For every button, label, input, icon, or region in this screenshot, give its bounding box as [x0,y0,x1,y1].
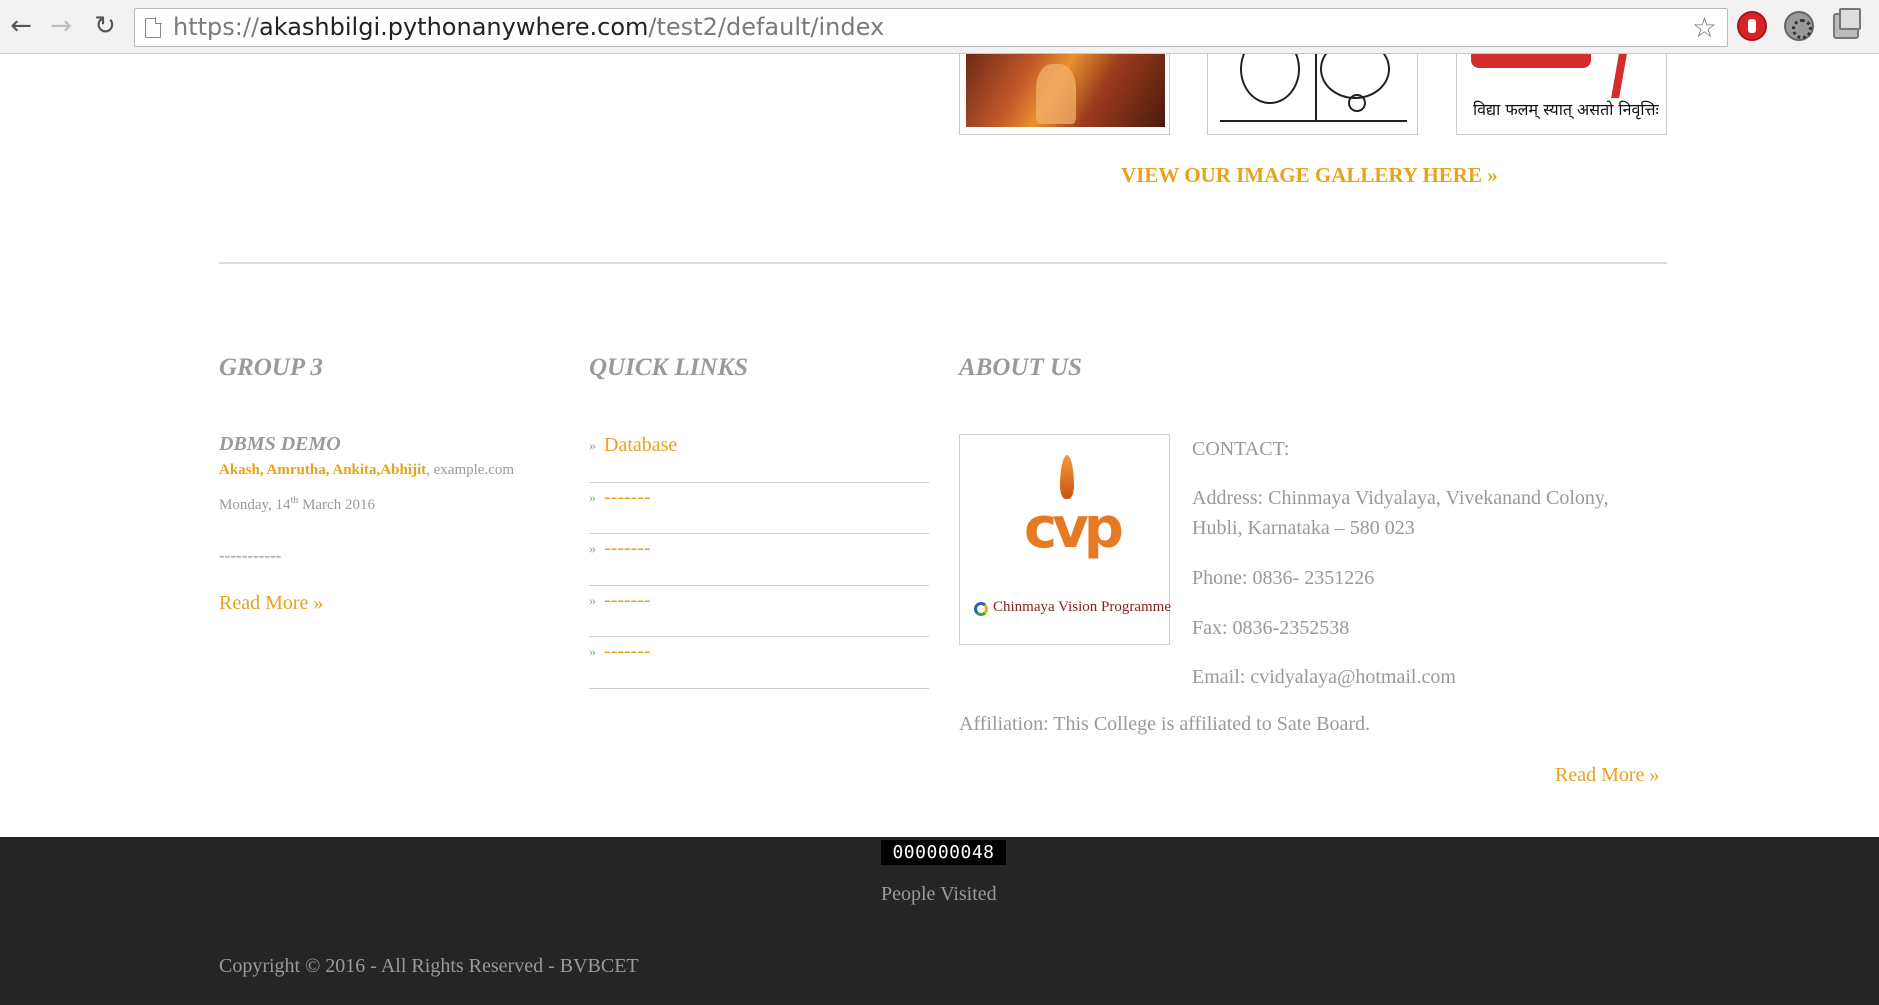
contact-label: CONTACT: [1192,438,1290,460]
quick-links-list: » Database » ------- » ------- » ------- » --… [589,431,929,689]
copyright-text: Copyright © 2016 - All Rights Reserved -… [219,955,639,977]
film-reel-extension-icon[interactable] [1784,11,1814,41]
quick-link-item: » ------- [589,483,929,534]
post-meta: Akash, Amrutha, Ankita,Abhijit, example.… [219,462,514,479]
quick-link-item: » ------- [589,586,929,637]
quick-link-placeholder[interactable]: ------- [604,640,651,663]
quick-links-heading: QUICK LINKS [589,354,749,381]
affiliation-text: Affiliation: This College is affiliated … [959,713,1371,735]
adblock-extension-icon[interactable] [1737,11,1767,41]
phone-text: Phone: 0836- 2351226 [1192,567,1375,589]
page-icon [145,17,162,38]
logo-caption: Chinmaya Vision Programme [993,599,1171,615]
sanskrit-motto: विद्या फलम् स्यात् असतो निवृत्तिः [1473,100,1659,119]
group-heading: GROUP 3 [219,354,323,381]
chevron-right-icon: » [589,490,596,506]
back-arrow-icon[interactable]: ← [6,11,36,41]
browser-toolbar: ← → ↻ https://akashbilgi.pythonanywhere.… [0,0,1879,54]
reload-icon[interactable]: ↻ [90,11,120,41]
quick-link-database[interactable]: Database [604,434,677,457]
url-host: akashbilgi.pythonanywhere.com [259,13,649,41]
gallery-image-1[interactable] [959,54,1170,135]
url-scheme: https:// [173,13,260,41]
gallery-cartoon [1220,54,1407,122]
bookmark-star-icon[interactable]: ☆ [1692,9,1717,46]
gallery-image-3[interactable]: विद्या फलम् स्यात् असतो निवृत्तिः [1456,54,1667,135]
about-read-more-link[interactable]: Read More » [1555,764,1659,787]
post-date-day: Monday, 14 [219,497,291,513]
gallery-logo: विद्या फलम् स्यात् असतो निवृत्तिः [1465,54,1660,126]
swirl-icon [974,602,988,616]
quick-link-item: » ------- [589,637,929,689]
quick-link-placeholder[interactable]: ------- [604,537,651,560]
quick-link-item: » ------- [589,534,929,586]
post-title: DBMS DEMO [219,433,341,455]
quick-link-item: » Database [589,431,929,483]
url-path: /test2/default/index [648,13,885,41]
flame-icon [1060,455,1074,499]
post-excerpt: ----------- [219,546,282,565]
forward-arrow-icon[interactable]: → [46,11,76,41]
section-divider [219,262,1667,264]
post-date: Monday, 14th March 2016 [219,495,375,514]
post-authors: Akash, Amrutha, Ankita,Abhijit [219,462,427,478]
address-bar[interactable]: https://akashbilgi.pythonanywhere.com/te… [134,8,1728,47]
quick-link-placeholder[interactable]: ------- [604,589,651,612]
post-site: , example.com [426,462,515,478]
cvp-logo: cvp Chinmaya Vision Programme [959,434,1171,645]
gallery-photo [966,54,1165,127]
address-line-2: Hubli, Karnataka – 580 023 [1192,517,1415,539]
email-text: Email: cvidyalaya@hotmail.com [1192,666,1456,688]
gallery-image-2[interactable] [1207,54,1418,135]
cvp-logo-mark: cvp [1024,496,1124,561]
group-read-more-link[interactable]: Read More » [219,592,323,615]
chevron-right-icon: » [589,542,596,557]
address-line-1: Address: Chinmaya Vidyalaya, Vivekanand … [1192,487,1609,509]
chevron-right-icon: » [589,593,596,609]
post-date-month: March 2016 [298,497,375,513]
visited-label: People Visited [881,883,997,905]
copy-extension-icon[interactable] [1833,8,1861,39]
quick-link-placeholder[interactable]: ------- [604,486,651,509]
fax-text: Fax: 0836-2352538 [1192,617,1350,639]
visitor-counter: 000000048 [881,840,1006,865]
chevron-right-icon: » [589,439,596,454]
chevron-right-icon: » [589,645,596,660]
about-heading: ABOUT US [959,354,1082,381]
image-gallery-link[interactable]: VIEW OUR IMAGE GALLERY HERE » [1121,163,1498,188]
url-text: https://akashbilgi.pythonanywhere.com/te… [173,9,884,46]
